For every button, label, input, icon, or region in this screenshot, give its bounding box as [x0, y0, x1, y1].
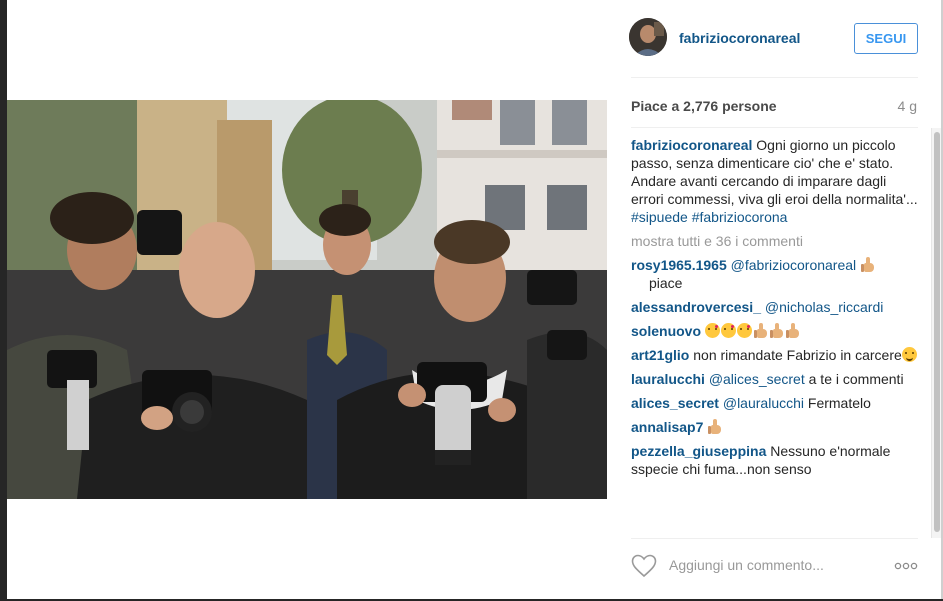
- face-blowing-kiss-emoji: [720, 323, 736, 338]
- divider: [631, 538, 918, 539]
- comment-item: rosy1965.1965 @fabriziocoronareal piace: [631, 256, 921, 292]
- hashtag-link[interactable]: #fabriziocorona: [692, 209, 788, 225]
- comment-bar: [607, 545, 941, 587]
- comment-username[interactable]: rosy1965.1965: [631, 257, 727, 273]
- avatar-image: [629, 18, 667, 56]
- comment-item: pezzella_giuseppina Nessuno e'normale ss…: [631, 442, 921, 478]
- comment-text: piace: [649, 275, 683, 291]
- post-time[interactable]: 4 g: [898, 98, 917, 114]
- more-options-icon[interactable]: [894, 562, 918, 570]
- mention-link[interactable]: @lauralucchi: [723, 395, 804, 411]
- caption-username[interactable]: fabriziocoronareal: [631, 137, 752, 153]
- comment-username[interactable]: art21glio: [631, 347, 689, 363]
- comment-item: lauralucchi @alices_secret a te i commen…: [631, 370, 921, 388]
- comment-username[interactable]: annalisap7: [631, 419, 703, 435]
- scrollbar-thumb[interactable]: [934, 132, 940, 532]
- thumbs-up-emoji: [753, 323, 768, 338]
- comment-item: solenuovo: [631, 322, 921, 340]
- hashtag-link[interactable]: #sipuede: [631, 209, 688, 225]
- face-blowing-kiss-emoji: [736, 323, 752, 338]
- caption: fabriziocoronareal Ogni giorno un piccol…: [631, 136, 921, 226]
- comment-text: Fermatelo: [804, 395, 871, 411]
- likes-count[interactable]: Piace a 2,776 persone: [631, 98, 777, 114]
- mention-link[interactable]: @alices_secret: [709, 371, 805, 387]
- heart-outline-icon[interactable]: [631, 554, 657, 578]
- comment-username[interactable]: alessandrovercesi_: [631, 299, 761, 315]
- thumbs-up-emoji: [860, 257, 875, 272]
- mention-link[interactable]: @nicholas_riccardi: [765, 299, 883, 315]
- face-blowing-kiss-emoji: [704, 323, 720, 338]
- thumbs-up-emoji: [769, 323, 784, 338]
- comment-text: a te i commenti: [804, 371, 904, 387]
- post-header: fabriziocoronareal SEGUI: [607, 0, 941, 78]
- divider: [631, 77, 918, 78]
- comment-item: annalisap7: [631, 418, 921, 436]
- comments-list: fabriziocoronareal Ogni giorno un piccol…: [631, 136, 921, 536]
- comment-username[interactable]: alices_secret: [631, 395, 719, 411]
- comment-item: alices_secret @lauralucchi Fermatelo: [631, 394, 921, 412]
- thumbs-up-emoji: [707, 419, 722, 434]
- comment-item: alessandrovercesi_ @nicholas_riccardi: [631, 298, 921, 316]
- comment-username[interactable]: lauralucchi: [631, 371, 705, 387]
- show-all-comments-link[interactable]: mostra tutti e 36 i commenti: [631, 232, 921, 250]
- avatar[interactable]: [629, 18, 667, 56]
- comment-text: non rimandate Fabrizio in carcere: [689, 347, 902, 363]
- grinning-face-emoji: [901, 347, 917, 362]
- post-sidebar: fabriziocoronareal SEGUI Piace a 2,776 p…: [607, 0, 941, 601]
- add-comment-input[interactable]: [669, 555, 879, 575]
- comment-item: art21glio non rimandate Fabrizio in carc…: [631, 346, 921, 364]
- comments-scrollbar[interactable]: [931, 128, 941, 538]
- post-photo[interactable]: [7, 100, 607, 499]
- thumbs-up-emoji: [785, 323, 800, 338]
- comment-username[interactable]: pezzella_giuseppina: [631, 443, 766, 459]
- comment-username[interactable]: solenuovo: [631, 323, 701, 339]
- follow-button[interactable]: SEGUI: [854, 23, 918, 54]
- username-link[interactable]: fabriziocoronareal: [679, 30, 800, 46]
- divider: [631, 127, 918, 128]
- mention-link[interactable]: @fabriziocoronareal: [731, 257, 857, 273]
- photo-illustration: [7, 100, 607, 499]
